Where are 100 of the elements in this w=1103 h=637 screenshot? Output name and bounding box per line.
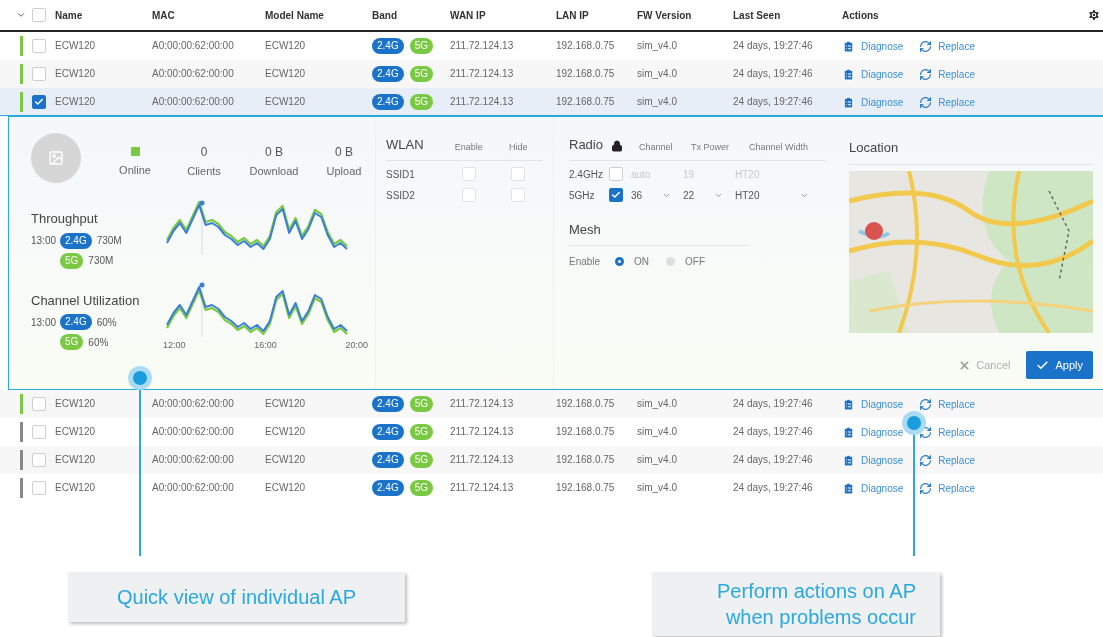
axis-tick: 16:00: [254, 338, 277, 352]
band-tag: 5G: [409, 452, 434, 468]
band-tag: 2.4G: [372, 94, 404, 110]
lock-icon: [610, 139, 623, 152]
table-cell-text: 211.72.124.13: [450, 425, 515, 439]
table-cell-text: 24 days, 19:27:46: [733, 397, 814, 411]
column-header: Last Seen: [733, 8, 782, 23]
column-header: Hide: [508, 141, 529, 154]
diagnose-link[interactable]: Diagnose: [842, 480, 904, 496]
stat-value: 0: [200, 145, 208, 159]
refresh-icon: [919, 453, 933, 467]
diagnose-link[interactable]: Diagnose: [842, 424, 904, 440]
band-label: 2.4GHz: [569, 167, 604, 182]
band-label: 5GHz: [569, 188, 596, 203]
table-cell-text: 24 days, 19:27:46: [733, 425, 814, 439]
band-tag: 5G: [409, 66, 434, 82]
clipboard-icon: [842, 397, 855, 411]
band-tag: 5G: [409, 38, 434, 54]
replace-link[interactable]: Replace: [919, 452, 975, 468]
table-cell-text: 192.168.0.75: [556, 67, 616, 81]
chart-time: 13:00: [31, 315, 57, 330]
refresh-icon: [919, 39, 933, 53]
ssid-label: SSID1: [386, 167, 416, 182]
table-cell-text: 24 days, 19:27:46: [733, 481, 814, 495]
radio-button[interactable]: [615, 256, 624, 266]
axis-tick: 20:00: [345, 338, 368, 352]
band-tag: 5G: [409, 94, 434, 110]
table-cell-text: ECW120: [265, 95, 306, 109]
table-cell-text: 211.72.124.13: [450, 67, 515, 81]
diagnose-link[interactable]: Diagnose: [842, 396, 904, 412]
column-header: Band: [372, 8, 398, 23]
section-title: Mesh: [569, 221, 601, 237]
band-tag: 2.4G: [372, 66, 404, 82]
table-cell-text: ECW120: [55, 397, 96, 411]
band-tag: 2.4G: [372, 424, 404, 440]
replace-link[interactable]: Replace: [919, 480, 975, 496]
stat-label: Clients: [187, 164, 221, 179]
refresh-icon: [919, 67, 933, 81]
chevron-icon[interactable]: [16, 10, 26, 20]
refresh-icon: [919, 397, 933, 411]
table-cell-text: ECW120: [265, 67, 306, 81]
band-tag: 2.4G: [60, 314, 92, 330]
diagnose-link[interactable]: Diagnose: [842, 38, 904, 54]
replace-link[interactable]: Replace: [919, 66, 975, 82]
diagnose-link[interactable]: Diagnose: [842, 66, 904, 82]
section-title: Location: [849, 140, 899, 155]
band-tag: 5G: [409, 424, 434, 440]
ssid-label: SSID2: [386, 188, 416, 203]
callout-box: Quick view of individual AP: [68, 572, 405, 622]
column-header: MAC: [152, 8, 176, 23]
band-value: 730M: [96, 234, 122, 248]
apply-button[interactable]: Apply: [1026, 351, 1093, 379]
replace-link[interactable]: Replace: [919, 94, 975, 110]
diagnose-link[interactable]: Diagnose: [842, 452, 904, 468]
band-value: 60%: [96, 315, 117, 330]
refresh-icon: [919, 481, 933, 495]
diagnose-link[interactable]: Diagnose: [842, 94, 904, 110]
tx-power-select[interactable]: 22: [683, 187, 729, 203]
band-tag: 5G: [60, 252, 84, 269]
table-cell-text: A0:00:00:62:00:00: [152, 425, 235, 439]
table-cell-text: ECW120: [55, 453, 96, 467]
band-tag: 2.4G: [372, 396, 404, 412]
table-cell-text: A0:00:00:62:00:00: [152, 397, 235, 411]
settings-icon[interactable]: [1087, 8, 1101, 22]
channel-select[interactable]: 36: [631, 187, 677, 203]
checkbox[interactable]: [32, 95, 46, 109]
chart-title: Channel Utilization: [31, 291, 141, 310]
cancel-button[interactable]: Cancel: [954, 351, 1015, 379]
column-header: FW Version: [637, 8, 693, 23]
chart-time: 13:00: [31, 234, 57, 248]
table-cell-text: 24 days, 19:27:46: [733, 67, 814, 81]
check-icon: [34, 97, 44, 107]
table-cell-text: ECW120: [265, 39, 306, 53]
table-cell-text: 24 days, 19:27:46: [733, 39, 814, 53]
chart-title: Throughput: [31, 210, 99, 228]
table-cell-text: 24 days, 19:27:46: [733, 95, 814, 109]
table-cell-text: 192.168.0.75: [556, 39, 616, 53]
table-cell-text: ECW120: [55, 67, 96, 81]
table-cell-text: A0:00:00:62:00:00: [152, 481, 235, 495]
table-cell-text: ECW120: [55, 425, 96, 439]
replace-link[interactable]: Replace: [919, 396, 975, 412]
check-icon: [1036, 358, 1050, 372]
radio-label: OFF: [685, 254, 706, 269]
image-icon: [48, 150, 64, 166]
table-cell-text: 211.72.124.13: [450, 39, 515, 53]
table-cell-text: 192.168.0.75: [556, 397, 616, 411]
table-cell-text: 211.72.124.13: [450, 481, 515, 495]
band-tag: 5G: [409, 396, 434, 412]
table-cell-text: 192.168.0.75: [556, 425, 616, 439]
checkbox[interactable]: [609, 188, 623, 202]
radio-button[interactable]: [666, 256, 675, 266]
clipboard-icon: [842, 39, 855, 53]
replace-link[interactable]: Replace: [919, 38, 975, 54]
table-cell-text: sim_v4.0: [637, 481, 678, 495]
table-cell-text: A0:00:00:62:00:00: [152, 95, 235, 109]
column-header: LAN IP: [556, 8, 590, 23]
width-select[interactable]: HT20: [735, 187, 809, 203]
table-cell-text: ECW120: [55, 481, 96, 495]
table-cell-text: ECW120: [265, 453, 306, 467]
stat-label: Download: [249, 164, 299, 179]
